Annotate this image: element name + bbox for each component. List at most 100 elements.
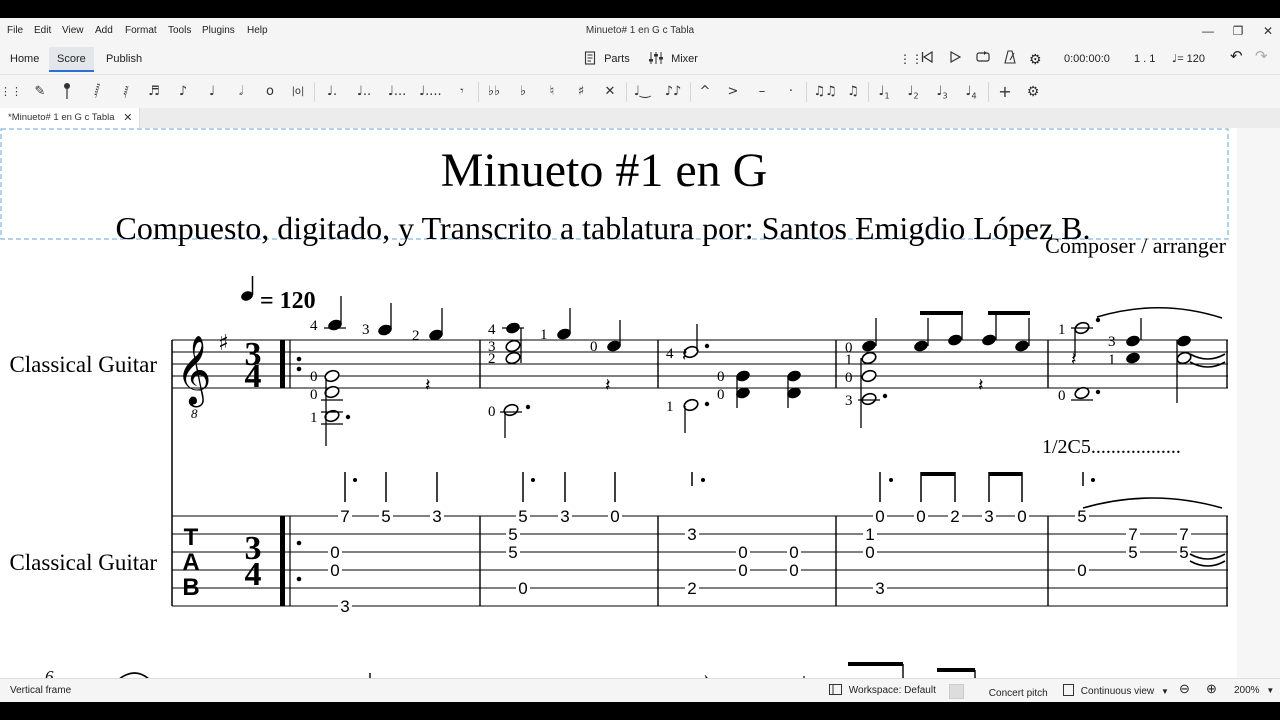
quarter-rest[interactable]: 𝄽 bbox=[605, 375, 611, 396]
tab-fret-number[interactable]: 2 bbox=[687, 579, 696, 598]
tab-fret-number[interactable]: 0 bbox=[1017, 507, 1026, 526]
instrument-name-tab[interactable]: Classical Guitar bbox=[9, 550, 157, 575]
tab-fret-number[interactable]: 3 bbox=[340, 597, 349, 616]
breve-note-icon[interactable]: |o| bbox=[287, 82, 309, 102]
tab-fret-number[interactable]: 7 bbox=[1128, 525, 1137, 544]
close-tab-icon[interactable]: ✕ bbox=[123, 108, 132, 128]
zoom-level[interactable]: 200% ▼ bbox=[1234, 684, 1274, 698]
note-input-pencil-icon[interactable]: ✎ bbox=[29, 82, 51, 102]
key-signature-sharp[interactable]: ♯ bbox=[218, 331, 229, 356]
note-head[interactable] bbox=[1176, 334, 1193, 348]
note-head[interactable] bbox=[913, 339, 930, 353]
note-head[interactable] bbox=[861, 339, 878, 353]
flat-icon[interactable]: ♭ bbox=[512, 82, 534, 102]
minimize-icon[interactable]: — bbox=[1194, 21, 1222, 41]
fingering[interactable]: 1 bbox=[845, 352, 853, 368]
slur-m5[interactable] bbox=[1096, 306, 1223, 319]
parts-button[interactable]: Parts bbox=[583, 50, 630, 68]
note-head[interactable] bbox=[947, 333, 964, 347]
tab-fret-number[interactable]: 0 bbox=[738, 561, 747, 580]
fingering[interactable]: 3 bbox=[1108, 334, 1116, 350]
fingering[interactable]: 1 bbox=[310, 410, 318, 426]
tuplet-icon[interactable]: ♫♫ bbox=[812, 82, 838, 102]
zoom-out-icon[interactable]: ⊖ bbox=[1179, 682, 1190, 696]
tab-fret-number[interactable]: 7 bbox=[340, 507, 349, 526]
note-head[interactable] bbox=[505, 351, 522, 365]
tab-fret-number[interactable]: 5 bbox=[1128, 543, 1137, 562]
undo-icon[interactable]: ↶ bbox=[1230, 48, 1243, 66]
tab-fret-number[interactable]: 0 bbox=[330, 561, 339, 580]
fingering[interactable]: 1 bbox=[1108, 352, 1116, 368]
tab-score[interactable]: Score bbox=[49, 47, 94, 72]
fingering[interactable]: 1 bbox=[666, 399, 674, 415]
tab-fret-number[interactable]: 0 bbox=[1077, 561, 1086, 580]
menu-format[interactable]: Format bbox=[125, 25, 157, 36]
double-sharp-icon[interactable]: ✕ bbox=[599, 82, 621, 102]
slur-icon[interactable]: ♪♪ bbox=[660, 82, 686, 102]
playback-settings-icon[interactable]: ⚙ bbox=[1029, 50, 1042, 68]
tab-fret-number[interactable]: 5 bbox=[1179, 543, 1188, 562]
fingering[interactable]: 0 bbox=[717, 387, 725, 403]
redo-icon[interactable]: ↷ bbox=[1255, 48, 1268, 66]
quarter-rest[interactable]: 𝄽 bbox=[1071, 349, 1077, 370]
toolbar-drag-handle-icon[interactable]: ⋮⋮ bbox=[0, 82, 22, 102]
tab-fret-number[interactable]: 5 bbox=[381, 507, 390, 526]
tab-fret-number[interactable]: 7 bbox=[1179, 525, 1188, 544]
treble-clef[interactable]: 𝄞 bbox=[176, 335, 211, 407]
tab-clef-t[interactable]: T bbox=[184, 524, 199, 551]
tab-fret-number[interactable]: 3 bbox=[984, 507, 993, 526]
eighth-note-icon[interactable]: ♪ bbox=[172, 82, 194, 102]
fingering[interactable]: 0 bbox=[310, 369, 318, 385]
tab-fret-number[interactable]: 0 bbox=[875, 507, 884, 526]
menu-tools[interactable]: Tools bbox=[168, 25, 191, 36]
tab-fret-number[interactable]: 5 bbox=[508, 543, 517, 562]
tab-clef-b[interactable]: B bbox=[182, 574, 199, 601]
tab-home[interactable]: Home bbox=[2, 47, 47, 72]
note-head[interactable] bbox=[1176, 351, 1193, 365]
menu-edit[interactable]: Edit bbox=[34, 25, 51, 36]
tab-publish[interactable]: Publish bbox=[98, 47, 150, 72]
fingering[interactable]: 4 bbox=[488, 322, 496, 338]
fingering[interactable]: 0 bbox=[717, 369, 725, 385]
note-head[interactable] bbox=[1014, 339, 1031, 353]
fingering[interactable]: 1 bbox=[540, 327, 548, 343]
fingering[interactable]: 0 bbox=[1058, 388, 1066, 404]
double-dot-icon[interactable]: ♩.. bbox=[353, 82, 375, 102]
tab-fret-number[interactable]: 0 bbox=[330, 543, 339, 562]
note-head[interactable] bbox=[861, 369, 878, 383]
metronome-icon[interactable] bbox=[1003, 50, 1017, 68]
voice-1-icon[interactable]: ♩1 bbox=[873, 82, 895, 102]
tab-fret-number[interactable]: 5 bbox=[518, 507, 527, 526]
fingering[interactable]: 3 bbox=[362, 322, 370, 338]
time-sig-bottom[interactable]: 4 bbox=[245, 358, 262, 395]
toolbar-settings-icon[interactable]: ⚙ bbox=[1022, 82, 1044, 102]
tab-fret-number[interactable]: 0 bbox=[865, 543, 874, 562]
play-icon[interactable] bbox=[948, 50, 962, 68]
fingering[interactable]: 0 bbox=[845, 370, 853, 386]
sixty-fourth-note-icon[interactable]: 𝅂 bbox=[86, 82, 108, 102]
concert-pitch-checkbox[interactable] bbox=[949, 684, 964, 699]
tab-clef-a[interactable]: A bbox=[182, 549, 199, 576]
tab-fret-number[interactable]: 0 bbox=[916, 507, 925, 526]
close-window-icon[interactable]: ✕ bbox=[1254, 21, 1280, 41]
natural-icon[interactable]: ♮ bbox=[541, 82, 563, 102]
double-flat-icon[interactable]: ♭♭ bbox=[483, 82, 505, 102]
voice-4-icon[interactable]: ♩4 bbox=[960, 82, 982, 102]
score-title[interactable]: Minueto #1 en G bbox=[441, 144, 768, 197]
voice-3-icon[interactable]: ♩3 bbox=[931, 82, 953, 102]
tab-fret-number[interactable]: 0 bbox=[789, 561, 798, 580]
note-head[interactable] bbox=[861, 351, 878, 365]
fingering[interactable]: 4 bbox=[310, 318, 318, 334]
tie-icon[interactable]: ♩‿ bbox=[631, 82, 653, 102]
fingering[interactable]: 1 bbox=[1058, 322, 1066, 338]
document-tab[interactable]: *Minueto# 1 en G c Tabla ✕ bbox=[0, 108, 140, 128]
tab-fret-number[interactable]: 0 bbox=[610, 507, 619, 526]
rest-icon[interactable]: 𝄾 bbox=[451, 82, 473, 102]
input-mode-icon[interactable] bbox=[56, 82, 78, 102]
measure-number[interactable]: 6 bbox=[45, 667, 54, 678]
tab-fret-number[interactable]: 0 bbox=[789, 543, 798, 562]
concert-pitch-toggle[interactable]: Concert pitch bbox=[949, 684, 1048, 699]
note-head[interactable] bbox=[1125, 351, 1142, 365]
tab-fret-number[interactable]: 0 bbox=[518, 579, 527, 598]
thirty-second-note-icon[interactable]: 𝅁 bbox=[115, 82, 137, 102]
